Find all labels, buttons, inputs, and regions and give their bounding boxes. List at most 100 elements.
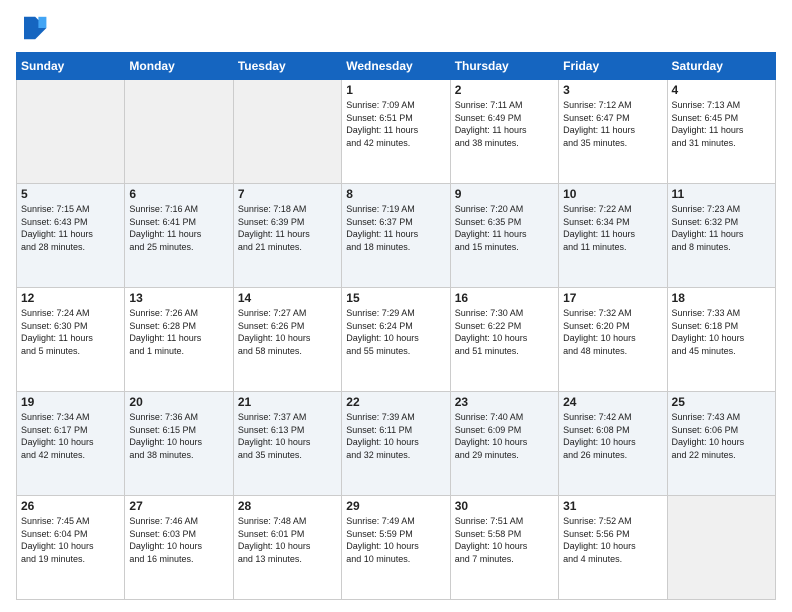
page: SundayMondayTuesdayWednesdayThursdayFrid… — [0, 0, 792, 612]
calendar-cell: 14 Sunrise: 7:27 AM Sunset: 6:26 PM Dayli… — [233, 288, 341, 392]
weekday-header: Thursday — [450, 53, 558, 80]
day-info: Sunrise: 7:29 AM Sunset: 6:24 PM Dayligh… — [346, 307, 445, 357]
day-number: 14 — [238, 291, 337, 305]
calendar-cell: 13 Sunrise: 7:26 AM Sunset: 6:28 PM Dayli… — [125, 288, 233, 392]
day-info: Sunrise: 7:45 AM Sunset: 6:04 PM Dayligh… — [21, 515, 120, 565]
calendar-cell: 11 Sunrise: 7:23 AM Sunset: 6:32 PM Dayli… — [667, 184, 775, 288]
day-number: 28 — [238, 499, 337, 513]
calendar-cell — [125, 80, 233, 184]
calendar-cell: 22Sunrise: 7:39 AM Sunset: 6:11 PM Dayli… — [342, 392, 450, 496]
day-info: Sunrise: 7:11 AM Sunset: 6:49 PM Dayligh… — [455, 99, 554, 149]
calendar-week-row: 12Sunrise: 7:24 AM Sunset: 6:30 PM Dayli… — [17, 288, 776, 392]
day-number: 16 — [455, 291, 554, 305]
day-number: 10 — [563, 187, 662, 201]
calendar-cell: 17 Sunrise: 7:32 AM Sunset: 6:20 PM Dayli… — [559, 288, 667, 392]
day-info: Sunrise: 7:30 AM Sunset: 6:22 PM Dayligh… — [455, 307, 554, 357]
calendar-cell: 3 Sunrise: 7:12 AM Sunset: 6:47 PM Daylig… — [559, 80, 667, 184]
calendar-cell: 9 Sunrise: 7:20 AM Sunset: 6:35 PM Daylig… — [450, 184, 558, 288]
day-info: Sunrise: 7:23 AM Sunset: 6:32 PM Dayligh… — [672, 203, 771, 253]
day-number: 24 — [563, 395, 662, 409]
day-info: Sunrise: 7:26 AM Sunset: 6:28 PM Dayligh… — [129, 307, 228, 357]
day-number: 29 — [346, 499, 445, 513]
logo-icon — [16, 12, 48, 44]
calendar-cell: 19 Sunrise: 7:34 AM Sunset: 6:17 PM Dayli… — [17, 392, 125, 496]
calendar-week-row: 5Sunrise: 7:15 AM Sunset: 6:43 PM Daylig… — [17, 184, 776, 288]
weekday-header: Sunday — [17, 53, 125, 80]
day-number: 5 — [21, 187, 120, 201]
calendar-cell: 7Sunrise: 7:18 AM Sunset: 6:39 PM Daylig… — [233, 184, 341, 288]
calendar-cell — [17, 80, 125, 184]
calendar-cell: 1 Sunrise: 7:09 AM Sunset: 6:51 PM Daylig… — [342, 80, 450, 184]
calendar-cell: 25 Sunrise: 7:43 AM Sunset: 6:06 PM Dayli… — [667, 392, 775, 496]
calendar-cell: 12Sunrise: 7:24 AM Sunset: 6:30 PM Dayli… — [17, 288, 125, 392]
day-info: Sunrise: 7:12 AM Sunset: 6:47 PM Dayligh… — [563, 99, 662, 149]
day-number: 18 — [672, 291, 771, 305]
weekday-header: Friday — [559, 53, 667, 80]
day-info: Sunrise: 7:51 AM Sunset: 5:58 PM Dayligh… — [455, 515, 554, 565]
day-info: Sunrise: 7:42 AM Sunset: 6:08 PM Dayligh… — [563, 411, 662, 461]
day-number: 9 — [455, 187, 554, 201]
day-number: 23 — [455, 395, 554, 409]
calendar-cell: 4Sunrise: 7:13 AM Sunset: 6:45 PM Daylig… — [667, 80, 775, 184]
day-number: 20 — [129, 395, 228, 409]
calendar-cell — [233, 80, 341, 184]
calendar-cell: 2Sunrise: 7:11 AM Sunset: 6:49 PM Daylig… — [450, 80, 558, 184]
calendar-cell: 31Sunrise: 7:52 AM Sunset: 5:56 PM Dayli… — [559, 496, 667, 600]
day-info: Sunrise: 7:36 AM Sunset: 6:15 PM Dayligh… — [129, 411, 228, 461]
calendar-week-row: 19 Sunrise: 7:34 AM Sunset: 6:17 PM Dayli… — [17, 392, 776, 496]
calendar-cell: 15 Sunrise: 7:29 AM Sunset: 6:24 PM Dayli… — [342, 288, 450, 392]
day-info: Sunrise: 7:39 AM Sunset: 6:11 PM Dayligh… — [346, 411, 445, 461]
day-info: Sunrise: 7:19 AM Sunset: 6:37 PM Dayligh… — [346, 203, 445, 253]
weekday-header: Saturday — [667, 53, 775, 80]
header — [16, 12, 776, 44]
calendar-cell: 23 Sunrise: 7:40 AM Sunset: 6:09 PM Dayli… — [450, 392, 558, 496]
day-info: Sunrise: 7:09 AM Sunset: 6:51 PM Dayligh… — [346, 99, 445, 149]
calendar-week-row: 1 Sunrise: 7:09 AM Sunset: 6:51 PM Daylig… — [17, 80, 776, 184]
calendar-cell: 5Sunrise: 7:15 AM Sunset: 6:43 PM Daylig… — [17, 184, 125, 288]
calendar-cell: 8 Sunrise: 7:19 AM Sunset: 6:37 PM Daylig… — [342, 184, 450, 288]
day-info: Sunrise: 7:27 AM Sunset: 6:26 PM Dayligh… — [238, 307, 337, 357]
calendar-cell: 28Sunrise: 7:48 AM Sunset: 6:01 PM Dayli… — [233, 496, 341, 600]
day-number: 7 — [238, 187, 337, 201]
day-number: 25 — [672, 395, 771, 409]
weekday-header: Tuesday — [233, 53, 341, 80]
day-info: Sunrise: 7:34 AM Sunset: 6:17 PM Dayligh… — [21, 411, 120, 461]
day-number: 30 — [455, 499, 554, 513]
day-number: 4 — [672, 83, 771, 97]
day-info: Sunrise: 7:46 AM Sunset: 6:03 PM Dayligh… — [129, 515, 228, 565]
day-info: Sunrise: 7:32 AM Sunset: 6:20 PM Dayligh… — [563, 307, 662, 357]
day-info: Sunrise: 7:49 AM Sunset: 5:59 PM Dayligh… — [346, 515, 445, 565]
day-info: Sunrise: 7:24 AM Sunset: 6:30 PM Dayligh… — [21, 307, 120, 357]
calendar-cell: 27 Sunrise: 7:46 AM Sunset: 6:03 PM Dayli… — [125, 496, 233, 600]
day-info: Sunrise: 7:33 AM Sunset: 6:18 PM Dayligh… — [672, 307, 771, 357]
calendar-week-row: 26 Sunrise: 7:45 AM Sunset: 6:04 PM Dayli… — [17, 496, 776, 600]
calendar-cell: 18 Sunrise: 7:33 AM Sunset: 6:18 PM Dayli… — [667, 288, 775, 392]
calendar-header-row: SundayMondayTuesdayWednesdayThursdayFrid… — [17, 53, 776, 80]
calendar-cell: 6 Sunrise: 7:16 AM Sunset: 6:41 PM Daylig… — [125, 184, 233, 288]
day-number: 19 — [21, 395, 120, 409]
day-number: 21 — [238, 395, 337, 409]
day-info: Sunrise: 7:40 AM Sunset: 6:09 PM Dayligh… — [455, 411, 554, 461]
calendar-cell: 30 Sunrise: 7:51 AM Sunset: 5:58 PM Dayli… — [450, 496, 558, 600]
day-number: 13 — [129, 291, 228, 305]
day-info: Sunrise: 7:37 AM Sunset: 6:13 PM Dayligh… — [238, 411, 337, 461]
day-number: 3 — [563, 83, 662, 97]
day-number: 27 — [129, 499, 228, 513]
day-number: 1 — [346, 83, 445, 97]
day-number: 15 — [346, 291, 445, 305]
day-number: 26 — [21, 499, 120, 513]
calendar-cell: 16 Sunrise: 7:30 AM Sunset: 6:22 PM Dayli… — [450, 288, 558, 392]
day-number: 31 — [563, 499, 662, 513]
calendar-cell — [667, 496, 775, 600]
calendar-cell: 20 Sunrise: 7:36 AM Sunset: 6:15 PM Dayli… — [125, 392, 233, 496]
day-number: 11 — [672, 187, 771, 201]
day-info: Sunrise: 7:43 AM Sunset: 6:06 PM Dayligh… — [672, 411, 771, 461]
calendar-cell: 29 Sunrise: 7:49 AM Sunset: 5:59 PM Dayli… — [342, 496, 450, 600]
day-info: Sunrise: 7:20 AM Sunset: 6:35 PM Dayligh… — [455, 203, 554, 253]
day-info: Sunrise: 7:16 AM Sunset: 6:41 PM Dayligh… — [129, 203, 228, 253]
day-number: 8 — [346, 187, 445, 201]
day-number: 6 — [129, 187, 228, 201]
day-number: 17 — [563, 291, 662, 305]
day-info: Sunrise: 7:22 AM Sunset: 6:34 PM Dayligh… — [563, 203, 662, 253]
logo — [16, 12, 52, 44]
